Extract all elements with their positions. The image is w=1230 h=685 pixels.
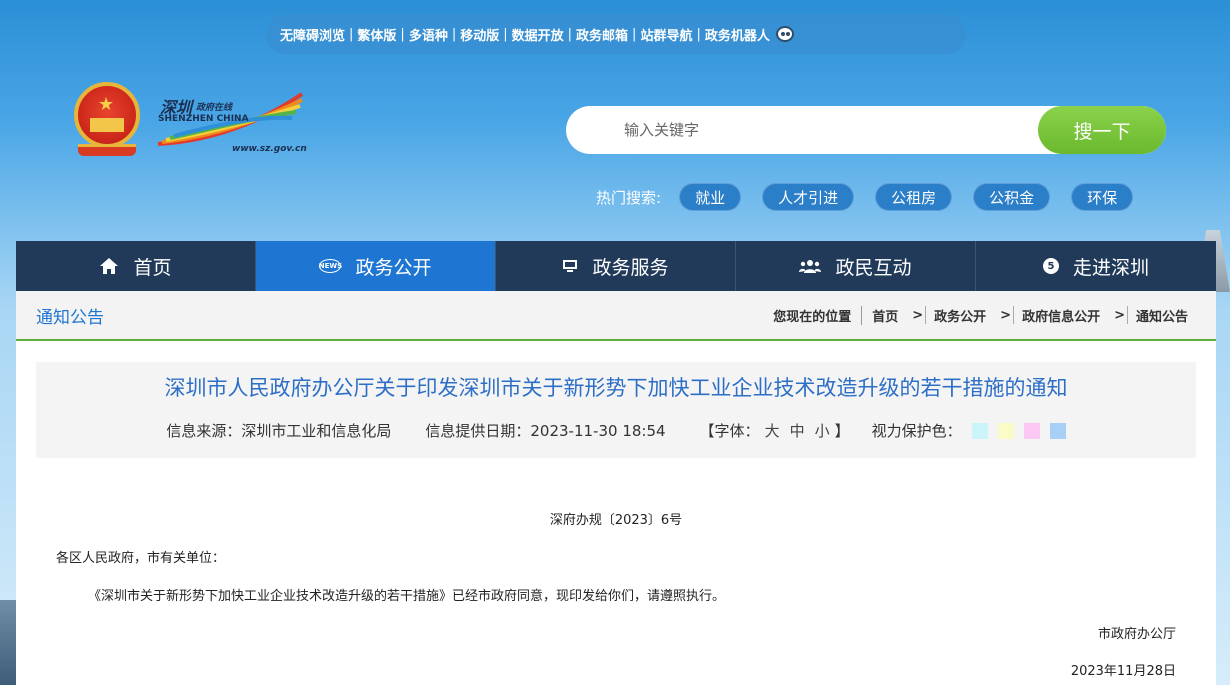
eye-color-blue-swatch[interactable]	[1049, 422, 1066, 439]
hot-tag-environment[interactable]: 环保	[1071, 183, 1134, 211]
article-body: 《深圳市关于新形势下加快工业企业技术改造升级的若干措施》已经市政府同意，现印发给…	[88, 589, 726, 604]
nav-gov-affairs-open-label: 政务公开	[355, 256, 432, 279]
link-gov-mail[interactable]: 政务邮箱	[576, 25, 628, 44]
font-size-label: 【字体：	[699, 422, 760, 440]
nav-gov-affairs-open[interactable]: NEWS 政务公开	[256, 241, 496, 291]
hot-tag-jobs[interactable]: 就业	[679, 183, 742, 211]
font-size-medium-button[interactable]: 中	[790, 420, 805, 441]
eye-color-pink-swatch[interactable]	[1023, 422, 1040, 439]
font-size-large-button[interactable]: 大	[765, 420, 780, 441]
link-mobile[interactable]: 移动版	[460, 25, 499, 44]
article-title: 深圳市人民政府办公厅关于印发深圳市关于新形势下加快工业企业技术改造升级的若干措施…	[164, 376, 1068, 400]
font-size-label-close: 】	[834, 422, 850, 440]
link-open-data[interactable]: 数据开放	[512, 25, 564, 44]
hot-search-label: 热门搜索:	[596, 188, 662, 207]
news-icon: NEWS	[319, 259, 342, 273]
hot-search: 热门搜索: 就业 人才引进 公租房 公积金 环保	[596, 182, 1154, 212]
shenzhen-logo[interactable]: 深圳 政府在线 SHENZHEN CHINA www.sz.gov.cn	[156, 92, 307, 158]
nav-gov-services[interactable]: 政务服务	[496, 241, 736, 291]
font-size-small-button[interactable]: 小	[815, 420, 830, 441]
article-meta: 信息来源：深圳市工业和信息化局 信息提供日期：2023-11-30 18:54 …	[36, 420, 1196, 441]
article-issuer: 市政府办公厅	[1097, 627, 1176, 642]
breadcrumb: 您现在的位置 首页 > 政务公开 > 政府信息公开 > 通知公告	[765, 305, 1196, 325]
search-box: 搜一下	[566, 106, 1166, 154]
hot-tag-talent[interactable]: 人才引进	[762, 183, 855, 211]
users-icon	[799, 259, 822, 273]
hot-tag-housing-fund[interactable]: 公积金	[973, 183, 1051, 211]
national-emblem-icon: ★	[70, 82, 144, 160]
article-date: 信息提供日期：2023-11-30 18:54	[425, 422, 666, 440]
search-button[interactable]: 搜一下	[1038, 106, 1166, 154]
link-site-nav[interactable]: 站群导航	[640, 25, 692, 44]
link-traditional[interactable]: 繁体版	[357, 25, 396, 44]
utility-bar: 无障碍浏览 | 繁体版 | 多语种 | 移动版 | 数据开放 | 政务邮箱 | …	[266, 14, 966, 54]
eye-color-yellow-swatch[interactable]	[997, 422, 1014, 439]
breadcrumb-bar: 通知公告 您现在的位置 首页 > 政务公开 > 政府信息公开 > 通知公告	[16, 291, 1216, 341]
article-issue-date: 2023年11月28日	[1070, 664, 1176, 679]
document-number: 深府办规〔2023〕6号	[549, 513, 683, 528]
main-nav: 首页 NEWS 政务公开 政务服务 政民互动 5 走进深圳	[16, 241, 1216, 291]
breadcrumb-notices[interactable]: 通知公告	[1128, 306, 1196, 325]
search-input[interactable]	[624, 106, 1084, 154]
hot-tag-public-housing[interactable]: 公租房	[875, 183, 953, 211]
link-gov-robot[interactable]: 政务机器人	[705, 25, 770, 44]
breadcrumb-gov-info-open[interactable]: 政府信息公开	[1014, 306, 1108, 325]
nav-interaction[interactable]: 政民互动	[736, 241, 976, 291]
article-header: 深圳市人民政府办公厅关于印发深圳市关于新形势下加快工业企业技术改造升级的若干措施…	[36, 362, 1196, 458]
article-source: 信息来源：深圳市工业和信息化局	[166, 422, 392, 440]
eye-color-cyan-swatch[interactable]	[971, 422, 988, 439]
breadcrumb-gov-affairs-open[interactable]: 政务公开	[926, 306, 994, 325]
article-addressee: 各区人民政府，市有关单位：	[56, 551, 226, 566]
nav-about-shenzhen[interactable]: 5 走进深圳	[976, 241, 1216, 291]
nav-home-label: 首页	[133, 256, 172, 279]
content-panel: 通知公告 您现在的位置 首页 > 政务公开 > 政府信息公开 > 通知公告 深圳…	[16, 291, 1216, 685]
home-icon	[99, 257, 119, 275]
nav-gov-services-label: 政务服务	[592, 256, 669, 279]
robot-icon[interactable]	[774, 24, 796, 44]
breadcrumb-home[interactable]: 首页	[864, 306, 906, 325]
monitor-icon	[562, 259, 578, 273]
nav-about-shenzhen-label: 走进深圳	[1072, 256, 1149, 279]
section-title: 通知公告	[36, 307, 104, 328]
logo-en: SHENZHEN CHINA	[158, 114, 249, 124]
logo-url: www.sz.gov.cn	[232, 144, 307, 154]
eye-protection-label: 视力保护色：	[871, 422, 962, 440]
logo-cn-small: 政府在线	[196, 103, 233, 113]
info-icon: 5	[1042, 258, 1059, 274]
link-multilingual[interactable]: 多语种	[409, 25, 448, 44]
link-accessibility[interactable]: 无障碍浏览	[280, 25, 345, 44]
nav-interaction-label: 政民互动	[835, 256, 912, 279]
skyline-left-decoration	[0, 600, 16, 685]
nav-home[interactable]: 首页	[16, 241, 256, 291]
breadcrumb-location-label: 您现在的位置	[765, 305, 863, 325]
